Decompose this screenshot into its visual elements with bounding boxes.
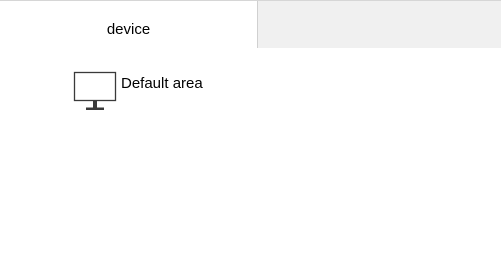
column-header-label: device [106,21,151,38]
tree-item-label: Default area [121,75,203,92]
column-header-bar: device [0,0,501,48]
device-tree-view: device Default area [0,0,501,264]
column-header-device[interactable]: device [0,1,258,48]
tree-item-default-area[interactable]: Default area [73,71,203,114]
column-header-filler [258,1,501,48]
monitor-icon [73,71,117,110]
